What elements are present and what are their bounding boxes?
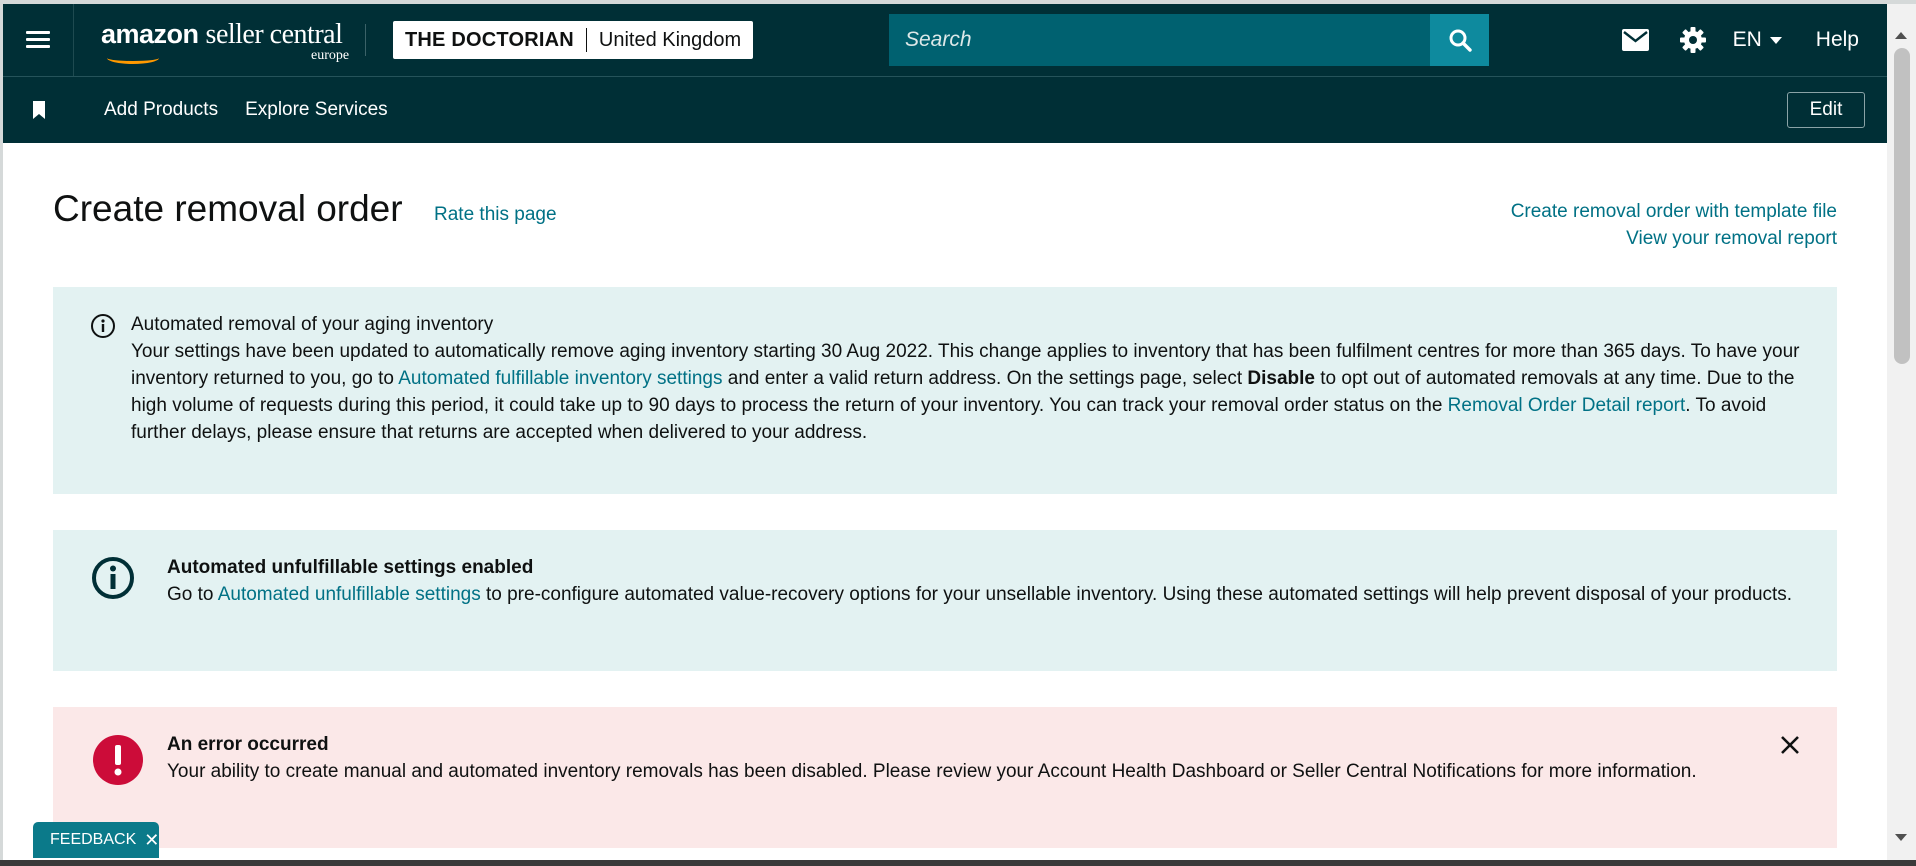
unfulfillable-alert-body: Automated unfulfillable settings enabled… xyxy=(167,554,1822,608)
help-link[interactable]: Help xyxy=(1816,28,1859,52)
search-input[interactable] xyxy=(889,14,1431,66)
menu-button[interactable] xyxy=(3,4,74,76)
search-icon xyxy=(1449,29,1472,52)
unfulfillable-alert-text: Go to xyxy=(167,584,218,605)
unfulfillable-alert-heading: Automated unfulfillable settings enabled xyxy=(167,557,534,578)
gear-icon xyxy=(1679,27,1706,53)
nav-add-products[interactable]: Add Products xyxy=(104,99,218,121)
edit-navigation-button[interactable]: Edit xyxy=(1787,92,1865,128)
vertical-scrollbar[interactable] xyxy=(1887,4,1916,864)
feedback-label: FEEDBACK xyxy=(50,831,137,848)
logo-amazon-text: amazon xyxy=(101,19,199,49)
logo-region-text: europe xyxy=(311,48,350,63)
bookmark-icon xyxy=(32,101,45,119)
removal-report-link[interactable]: View your removal report xyxy=(1511,225,1837,252)
taskbar-edge xyxy=(0,860,1916,866)
messages-button[interactable] xyxy=(1621,29,1649,51)
bookmarks-button[interactable] xyxy=(3,101,74,119)
amazon-smile-icon xyxy=(107,52,159,64)
unfulfillable-settings-alert: Automated unfulfillable settings enabled… xyxy=(53,530,1837,671)
rate-this-page-link[interactable]: Rate this page xyxy=(434,204,557,226)
aging-alert-text: and enter a valid return address. On the… xyxy=(722,368,1248,389)
page-title: Create removal order xyxy=(53,188,403,229)
language-label: EN xyxy=(1732,28,1762,51)
disable-keyword: Disable xyxy=(1247,368,1315,389)
exclamation-icon xyxy=(93,735,143,785)
logo-seller-central-text: seller central xyxy=(205,19,343,50)
close-feedback-icon[interactable]: ✕ xyxy=(144,830,159,851)
marketplace-name: United Kingdom xyxy=(598,28,742,51)
aging-inventory-alert: Automated removal of your aging inventor… xyxy=(53,287,1837,494)
search-bar xyxy=(889,14,1489,66)
info-icon xyxy=(91,314,115,338)
aging-alert-body: Automated removal of your aging inventor… xyxy=(131,311,1821,446)
close-icon xyxy=(1781,736,1799,754)
search-button[interactable] xyxy=(1430,14,1489,66)
unfulfillable-alert-text: to pre-configure automated value-recover… xyxy=(480,584,1793,605)
scroll-down-icon[interactable] xyxy=(1895,834,1907,841)
scroll-up-icon[interactable] xyxy=(1895,32,1907,39)
language-selector[interactable]: EN xyxy=(1733,28,1782,52)
aging-alert-heading: Automated removal of your aging inventor… xyxy=(131,314,494,335)
unfulfillable-settings-link[interactable]: Automated unfulfillable settings xyxy=(218,584,481,605)
store-name: THE DOCTORIAN xyxy=(405,28,574,51)
header-actions: EN Help xyxy=(1592,4,1859,76)
info-icon xyxy=(92,557,134,599)
secondary-navigation-bar: Add Products Explore Services Edit xyxy=(3,76,1887,143)
dismiss-error-button[interactable] xyxy=(1778,733,1802,757)
header-divider xyxy=(365,24,366,56)
feedback-tab[interactable]: FEEDBACK ✕ xyxy=(33,822,159,858)
template-file-link[interactable]: Create removal order with template file xyxy=(1511,198,1837,225)
settings-button[interactable] xyxy=(1679,26,1707,54)
scrollbar-thumb[interactable] xyxy=(1894,48,1910,364)
mail-icon xyxy=(1621,29,1649,51)
error-alert: An error occurred Your ability to create… xyxy=(53,707,1837,848)
error-alert-body: An error occurred Your ability to create… xyxy=(167,731,1787,785)
caret-down-icon xyxy=(1769,36,1782,44)
seller-central-logo[interactable]: amazon seller central europe xyxy=(101,15,349,65)
error-alert-heading: An error occurred xyxy=(167,734,329,755)
fulfillable-settings-link[interactable]: Automated fulfillable inventory settings xyxy=(398,368,722,389)
account-divider xyxy=(585,28,587,52)
nav-explore-services[interactable]: Explore Services xyxy=(245,99,388,121)
error-alert-text: Your ability to create manual and automa… xyxy=(167,761,1697,782)
account-switcher[interactable]: THE DOCTORIAN United Kingdom xyxy=(393,21,754,59)
removal-order-detail-link[interactable]: Removal Order Detail report xyxy=(1448,395,1686,416)
top-navigation-bar: amazon seller central europe THE DOCTORI… xyxy=(3,4,1887,76)
hamburger-icon xyxy=(26,31,50,49)
page-actions: Create removal order with template file … xyxy=(1511,198,1837,252)
